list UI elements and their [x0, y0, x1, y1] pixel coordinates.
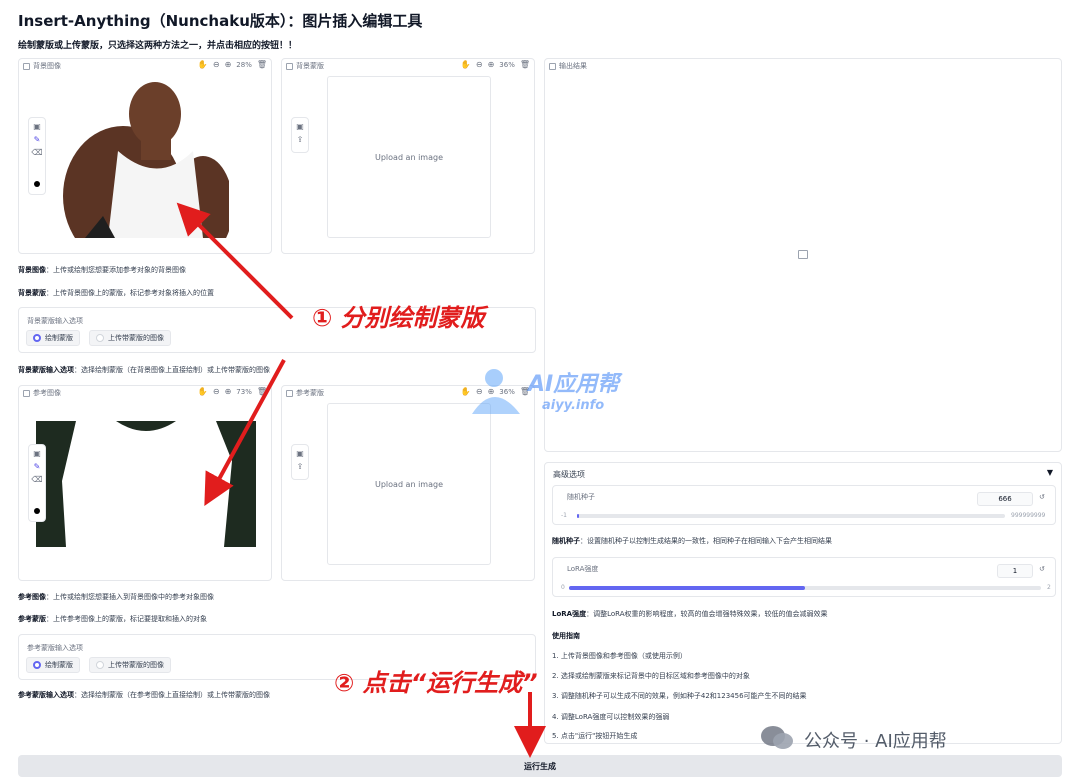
annotation-step2: ② 点击“运行生成”: [334, 669, 538, 697]
annotation-step1: ① 分别绘制蒙版: [312, 304, 485, 332]
watermark-logo: [466, 366, 526, 416]
footer-account: 公众号 · AI应用帮: [804, 731, 947, 752]
watermark-name: AI应用帮: [528, 372, 620, 397]
wechat-icon: [760, 725, 794, 751]
watermark-domain: aiyy.info: [542, 398, 605, 413]
